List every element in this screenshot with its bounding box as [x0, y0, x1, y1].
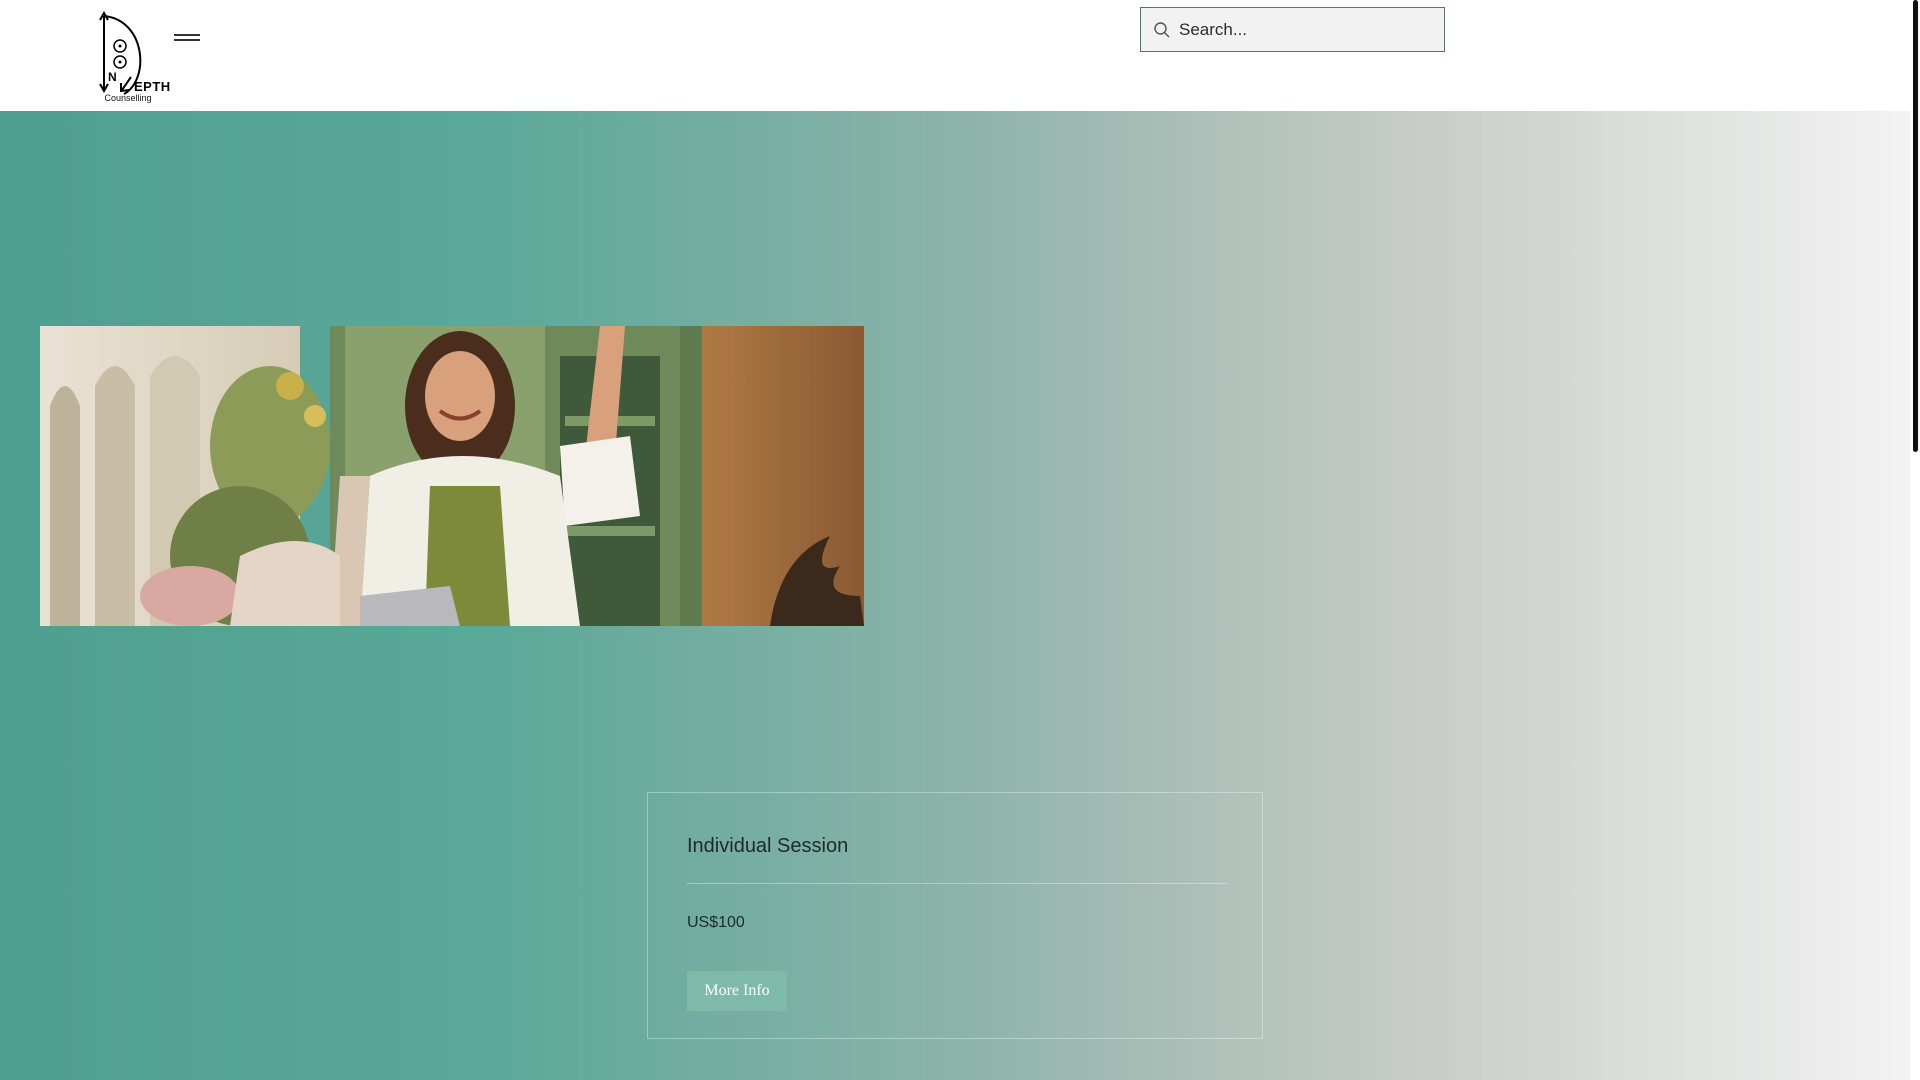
- hamburger-line: [174, 39, 200, 41]
- scrollbar-thumb[interactable]: [1913, 0, 1918, 452]
- page-scrollbar[interactable]: [1910, 0, 1920, 1080]
- site-logo[interactable]: N EPTH Counselling: [98, 10, 172, 108]
- service-card: Individual Session US$100 More Info: [647, 792, 1263, 1039]
- hero-image: [40, 326, 864, 626]
- card-divider: [687, 883, 1227, 884]
- search-icon: [1154, 21, 1170, 37]
- menu-toggle-button[interactable]: [174, 28, 202, 44]
- logo-word: EPTH: [134, 79, 171, 94]
- page: N EPTH Counselling Search... Individual …: [0, 0, 1920, 1080]
- search-input[interactable]: [1179, 19, 1429, 40]
- service-price: US$100: [687, 914, 745, 931]
- service-title: Individual Session: [687, 835, 849, 857]
- site-header: N EPTH Counselling: [0, 0, 1910, 111]
- logo-subtitle: Counselling: [104, 93, 152, 103]
- hero-section: Individual Session US$100 More Info: [0, 111, 1910, 1080]
- logo-letter-n: N: [108, 70, 117, 84]
- woman-smiling-photo-icon: [40, 326, 864, 626]
- hamburger-line: [174, 34, 200, 36]
- search-box[interactable]: [1140, 7, 1445, 52]
- more-info-button[interactable]: More Info: [687, 971, 787, 1011]
